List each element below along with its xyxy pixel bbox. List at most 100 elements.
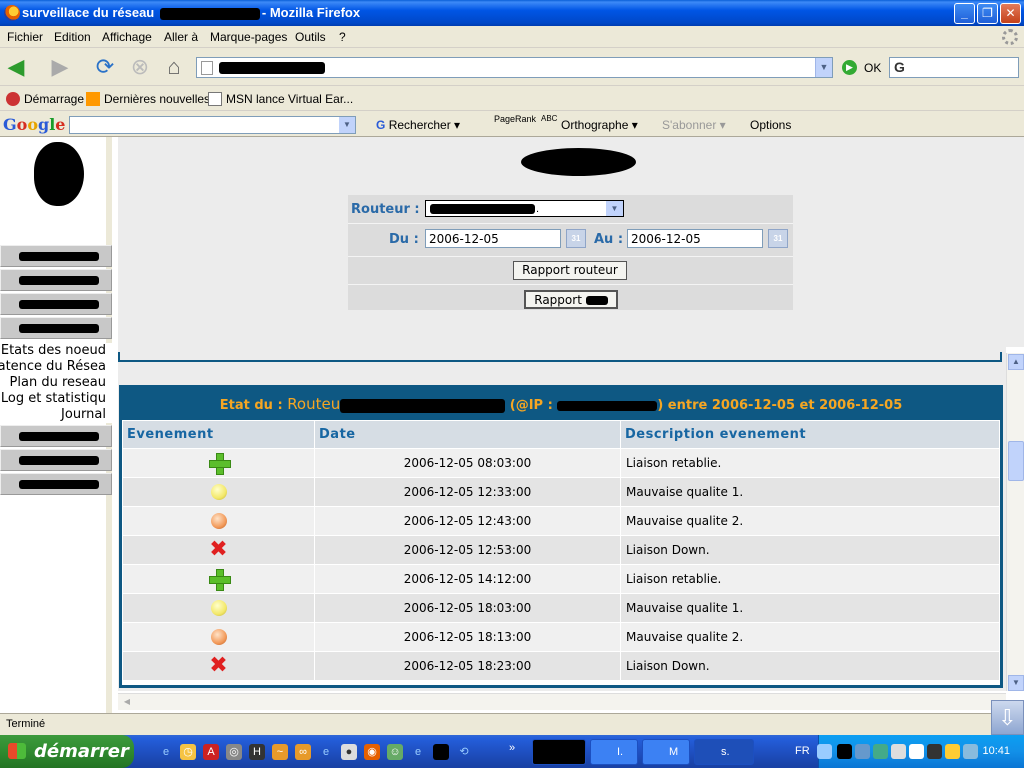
home-icon[interactable]: ⌂ — [162, 55, 186, 79]
google-search-input[interactable]: ▼ — [69, 116, 356, 134]
h-app-icon[interactable]: H — [249, 744, 265, 760]
from-date-input[interactable]: 2006-12-05 — [425, 229, 561, 248]
nav-button-4[interactable] — [0, 317, 112, 339]
refresh-app-icon[interactable]: ⟲ — [456, 744, 472, 760]
tray-icon[interactable] — [945, 744, 960, 759]
firefox-taskbar-icon[interactable]: ◉ — [364, 744, 380, 760]
scroll-up-icon[interactable]: ▲ — [1008, 354, 1024, 370]
task-excel[interactable]: M — [642, 739, 690, 765]
event-cell — [122, 477, 315, 507]
go-icon[interactable]: ▶ — [842, 60, 857, 75]
subscribe-button[interactable]: S'abonner ▾ — [662, 118, 726, 132]
stop-icon[interactable]: ⊗ — [128, 55, 152, 79]
tray-icon[interactable] — [927, 744, 942, 759]
language-indicator[interactable]: FR — [795, 745, 810, 757]
clock-app-icon[interactable]: ◷ — [180, 744, 196, 760]
calendar-icon[interactable]: 31 — [768, 229, 788, 248]
plus-icon — [208, 569, 231, 591]
bookmark-msn[interactable]: MSN lance Virtual Ear... — [208, 92, 353, 106]
scroll-thumb[interactable] — [1008, 441, 1024, 481]
nav-link-latence[interactable]: Latence du Résea — [0, 359, 106, 374]
menu-marque-pages[interactable]: Marque-pages — [210, 30, 287, 44]
menu-edition[interactable]: Edition — [54, 30, 91, 44]
reload-icon[interactable]: ⟳ — [93, 55, 117, 79]
nav-link-log[interactable]: Log et statistiqu — [1, 391, 106, 406]
nav-link-journal[interactable]: Journal — [61, 407, 106, 422]
google-search-button[interactable]: G Rechercher ▾ — [376, 118, 460, 132]
google-logo[interactable]: Google — [3, 115, 65, 134]
start-button[interactable]: démarrer — [0, 735, 134, 768]
acrobat-icon[interactable]: A — [203, 744, 219, 760]
task-document[interactable]: I. — [590, 739, 638, 765]
calendar-icon[interactable]: 31 — [566, 229, 586, 248]
task-firefox[interactable]: s. — [694, 739, 754, 765]
tray-icon[interactable] — [963, 744, 978, 759]
app-icon[interactable]: ◎ — [226, 744, 242, 760]
event-table: Evenement Date Description evenement 200… — [122, 420, 1000, 681]
chevron-down-icon[interactable]: ▼ — [606, 201, 623, 216]
column-description: Description evenement — [620, 420, 1000, 449]
ie-icon[interactable]: e — [158, 744, 174, 760]
maximize-button[interactable]: ❐ — [977, 3, 998, 24]
tray-icon[interactable] — [909, 744, 924, 759]
media-icon[interactable]: ● — [341, 744, 357, 760]
window-title-bar[interactable]: surveillace du réseau - Mozilla Firefox … — [0, 0, 1024, 26]
more-quicklaunch-icon[interactable]: » — [504, 740, 520, 756]
vertical-scrollbar[interactable]: ▲ ▼ — [1006, 353, 1024, 691]
menu-outils[interactable]: Outils — [295, 30, 326, 44]
clock[interactable]: 10:41 — [982, 745, 1010, 757]
description-cell: Liaison Down. — [620, 651, 1000, 681]
menu-aller[interactable]: Aller à — [164, 30, 198, 44]
nav-button-6[interactable] — [0, 449, 112, 471]
redacted-icon[interactable] — [433, 744, 449, 760]
people-icon[interactable]: ☺ — [387, 744, 403, 760]
tray-icon[interactable] — [873, 744, 888, 759]
scroll-left-icon[interactable]: ◀ — [120, 695, 134, 709]
google-dropdown-icon[interactable]: ▼ — [339, 117, 355, 133]
scroll-down-icon[interactable]: ▼ — [1008, 675, 1024, 691]
go-button[interactable]: OK — [864, 61, 881, 75]
ie-icon[interactable]: e — [410, 744, 426, 760]
download-arrow-icon[interactable]: ⇩ — [991, 700, 1024, 735]
to-date-input[interactable]: 2006-12-05 — [627, 229, 763, 248]
menu-fichier[interactable]: Fichier — [7, 30, 43, 44]
ie-icon[interactable]: e — [318, 744, 334, 760]
options-button[interactable]: Options — [750, 118, 791, 132]
url-bar[interactable]: ▼ — [196, 57, 833, 78]
spellcheck-button[interactable]: Orthographe ▾ — [561, 118, 638, 132]
nav-button-5[interactable] — [0, 425, 112, 447]
redacted-router-name — [340, 398, 506, 413]
url-dropdown-icon[interactable]: ▼ — [815, 58, 832, 77]
menu-affichage[interactable]: Affichage — [102, 30, 152, 44]
nav-link-etats[interactable]: Etats des noeud — [1, 343, 106, 358]
bookmark-demarrage[interactable]: Démarrage — [6, 92, 84, 106]
forward-icon[interactable]: ▶ — [48, 55, 72, 79]
menu-help[interactable]: ? — [339, 30, 346, 44]
horizontal-scrollbar[interactable]: ◀ — [118, 693, 1006, 710]
bookmark-news[interactable]: Dernières nouvelles — [86, 92, 210, 106]
table-row: 2006-12-05 18:13:00 Mauvaise qualite 2. — [122, 622, 1000, 652]
table-row: ✖ 2006-12-05 12:53:00 Liaison Down. — [122, 535, 1000, 565]
nav-button-3[interactable] — [0, 293, 112, 315]
tray-icon[interactable] — [891, 744, 906, 759]
quicklaunch-icon[interactable]: ∞ — [295, 744, 311, 760]
close-button[interactable]: ✕ — [1000, 3, 1021, 24]
nav-button-2[interactable] — [0, 269, 112, 291]
back-icon[interactable]: ◀ — [4, 55, 28, 79]
tray-redacted-icon[interactable] — [837, 744, 852, 759]
router-select[interactable]: . ▼ — [425, 200, 624, 217]
tray-network-icon[interactable] — [855, 744, 870, 759]
column-evenement: Evenement — [122, 420, 315, 449]
tray-back-icon[interactable] — [817, 744, 832, 759]
nav-link-plan[interactable]: Plan du reseau — [10, 375, 106, 390]
status-bar: Terminé — [0, 713, 1024, 735]
event-cell — [122, 448, 315, 478]
search-input[interactable]: G — [889, 57, 1019, 78]
nav-button-1[interactable] — [0, 245, 112, 267]
minimize-button[interactable]: _ — [954, 3, 975, 24]
task-redacted[interactable] — [532, 739, 586, 765]
quicklaunch-icon[interactable]: ~ — [272, 744, 288, 760]
nav-button-7[interactable] — [0, 473, 112, 495]
report-button[interactable]: Rapport — [524, 290, 618, 309]
router-report-button[interactable]: Rapport routeur — [513, 261, 627, 280]
